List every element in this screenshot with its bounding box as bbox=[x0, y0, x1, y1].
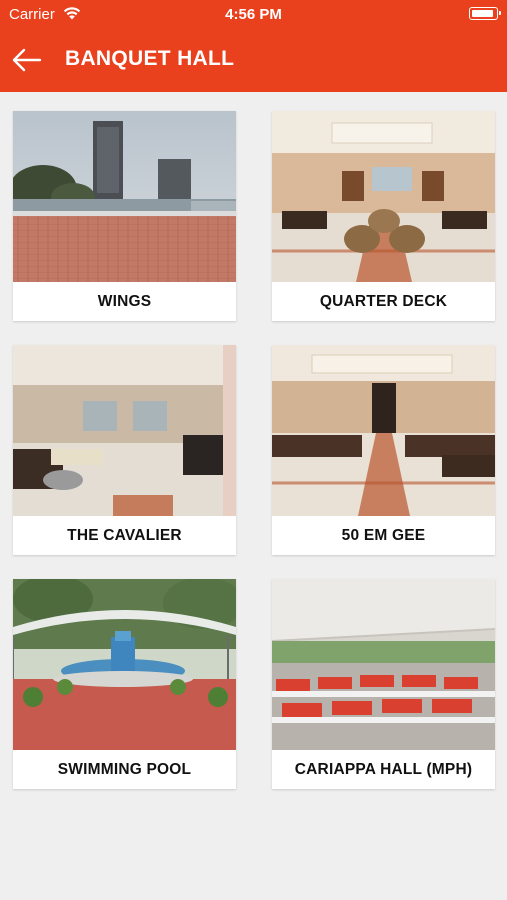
hall-name: WINGS bbox=[97, 293, 152, 310]
hall-photo bbox=[272, 579, 495, 750]
hall-name: CARIAPPA HALL (MPH) bbox=[294, 761, 473, 778]
hall-card-the-cavalier[interactable]: THE CAVALIER bbox=[13, 345, 236, 555]
hall-name: THE CAVALIER bbox=[67, 527, 182, 544]
arrow-left-icon bbox=[12, 48, 42, 72]
hall-name: 50 EM GEE bbox=[341, 527, 426, 544]
hall-card-50-em-gee[interactable]: 50 EM GEE bbox=[272, 345, 495, 555]
hall-card-quarter-deck[interactable]: QUARTER DECK bbox=[272, 111, 495, 321]
hall-photo bbox=[13, 111, 236, 282]
status-time: 4:56 PM bbox=[225, 6, 282, 23]
back-button[interactable] bbox=[10, 44, 44, 76]
status-bar: Carrier 4:56 PM bbox=[0, 0, 507, 28]
hall-name: SWIMMING POOL bbox=[57, 761, 192, 778]
hall-photo bbox=[13, 345, 236, 516]
hall-photo bbox=[272, 111, 495, 282]
app-header: Carrier 4:56 PM BANQUET HALL bbox=[0, 0, 507, 92]
hall-card-wings[interactable]: WINGS bbox=[13, 111, 236, 321]
hall-name: QUARTER DECK bbox=[319, 293, 448, 310]
page-title: BANQUET HALL bbox=[65, 47, 235, 70]
hall-photo bbox=[272, 345, 495, 516]
nav-bar: BANQUET HALL bbox=[0, 38, 507, 82]
hall-card-swimming-pool[interactable]: SWIMMING POOL bbox=[13, 579, 236, 789]
hall-photo bbox=[13, 579, 236, 750]
battery-icon bbox=[469, 7, 501, 20]
hall-card-cariappa-hall[interactable]: CARIAPPA HALL (MPH) bbox=[272, 579, 495, 789]
